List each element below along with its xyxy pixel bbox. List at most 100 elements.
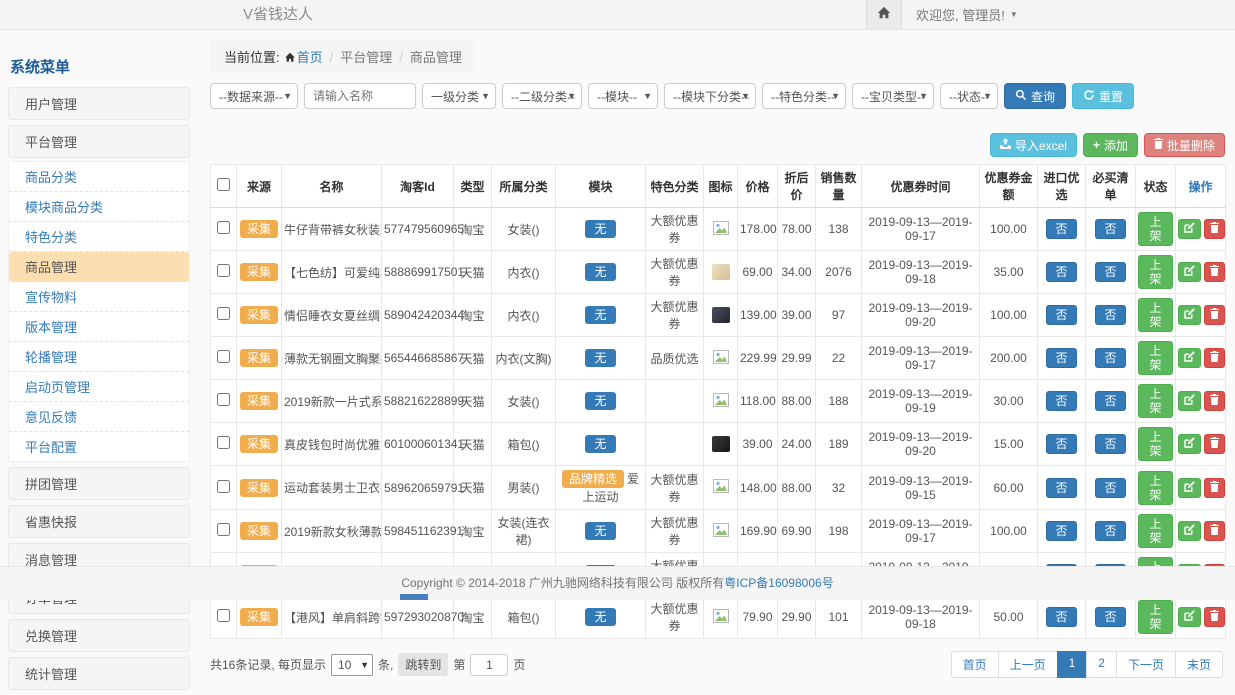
sidebar-item[interactable]: 省惠快报 [8, 505, 190, 538]
import-select-toggle[interactable]: 否 [1046, 478, 1076, 498]
import-select-toggle[interactable]: 否 [1046, 607, 1076, 627]
row-checkbox[interactable] [217, 350, 230, 363]
pager-button[interactable]: 2 [1086, 651, 1117, 678]
edit-button[interactable] [1178, 607, 1201, 627]
must-buy-toggle[interactable]: 否 [1095, 262, 1125, 282]
status-button[interactable]: 上架 [1138, 600, 1173, 634]
import-select-toggle[interactable]: 否 [1046, 348, 1076, 368]
row-checkbox[interactable] [217, 523, 230, 536]
pager-button[interactable]: 首页 [951, 651, 999, 678]
delete-button[interactable] [1204, 391, 1225, 411]
pager-button[interactable]: 上一页 [998, 651, 1058, 678]
pager-button[interactable]: 下一页 [1116, 651, 1176, 678]
filter-select[interactable]: 一级分类▼ [422, 83, 496, 109]
user-menu[interactable]: 欢迎您, 管理员! ▼ [916, 5, 1018, 24]
edit-button[interactable] [1178, 521, 1201, 541]
delete-button[interactable] [1204, 521, 1225, 541]
import-select-toggle[interactable]: 否 [1046, 305, 1076, 325]
filter-select[interactable]: --模块--▼ [588, 83, 658, 109]
search-button[interactable]: 查询 [1004, 83, 1066, 109]
filter-select[interactable]: --二级分类--▼ [502, 83, 582, 109]
add-button[interactable]: + 添加 [1083, 133, 1138, 157]
row-checkbox[interactable] [217, 264, 230, 277]
must-buy-toggle[interactable]: 否 [1095, 391, 1125, 411]
jump-button[interactable]: 跳转到 [398, 653, 448, 676]
delete-button[interactable] [1204, 607, 1225, 627]
status-button[interactable]: 上架 [1138, 298, 1173, 332]
must-buy-toggle[interactable]: 否 [1095, 521, 1125, 541]
name-search-input[interactable] [304, 83, 416, 109]
import-excel-button[interactable]: 导入excel [990, 133, 1077, 157]
jump-page-input[interactable] [470, 654, 508, 676]
import-select-toggle[interactable]: 否 [1046, 262, 1076, 282]
status-button[interactable]: 上架 [1138, 384, 1173, 418]
import-select-toggle[interactable]: 否 [1046, 391, 1076, 411]
sidebar-item[interactable]: 平台管理 [8, 125, 190, 158]
row-checkbox[interactable] [217, 480, 230, 493]
edit-button[interactable] [1178, 348, 1201, 368]
import-select-toggle[interactable]: 否 [1046, 219, 1076, 239]
must-buy-toggle[interactable]: 否 [1095, 219, 1125, 239]
sidebar-subitem[interactable]: 特色分类 [9, 222, 189, 252]
sidebar-subitem[interactable]: 轮播管理 [9, 342, 189, 372]
filter-select[interactable]: --数据来源--▼ [210, 83, 298, 109]
edit-button[interactable] [1178, 305, 1201, 325]
edit-button[interactable] [1178, 262, 1201, 282]
sidebar-item[interactable]: 用户管理 [8, 87, 190, 120]
sidebar-subitem[interactable]: 模块商品分类 [9, 192, 189, 222]
sidebar-item[interactable]: 统计管理 [8, 657, 190, 690]
select-all-checkbox[interactable] [217, 178, 230, 191]
sidebar-subitem[interactable]: 宣传物料 [9, 282, 189, 312]
row-checkbox[interactable] [217, 393, 230, 406]
sidebar-subitem[interactable]: 商品管理 [9, 252, 189, 282]
row-checkbox[interactable] [217, 307, 230, 320]
filter-select[interactable]: --模块下分类--▼ [664, 83, 756, 109]
pager-button[interactable]: 末页 [1175, 651, 1223, 678]
filter-select[interactable]: --状态--▼ [940, 83, 998, 109]
must-buy-toggle[interactable]: 否 [1095, 478, 1125, 498]
status-button[interactable]: 上架 [1138, 471, 1173, 505]
chevron-down-icon: ▼ [919, 91, 928, 101]
delete-button[interactable] [1204, 262, 1225, 282]
reset-button[interactable]: 重置 [1072, 83, 1134, 109]
sidebar-item[interactable]: 拼团管理 [8, 467, 190, 500]
status-button[interactable]: 上架 [1138, 255, 1173, 289]
delete-button[interactable] [1204, 348, 1225, 368]
filter-select-label: --模块-- [597, 88, 637, 105]
filter-select[interactable]: --特色分类--▼ [762, 83, 846, 109]
status-button[interactable]: 上架 [1138, 212, 1173, 246]
row-checkbox[interactable] [217, 221, 230, 234]
sidebar-subitem[interactable]: 意见反馈 [9, 402, 189, 432]
edit-button[interactable] [1178, 434, 1201, 454]
sidebar-subitem[interactable]: 版本管理 [9, 312, 189, 342]
edit-button[interactable] [1178, 391, 1201, 411]
status-button[interactable]: 上架 [1138, 427, 1173, 461]
must-buy-toggle[interactable]: 否 [1095, 434, 1125, 454]
edit-button[interactable] [1178, 478, 1201, 498]
batch-delete-button[interactable]: 批量删除 [1144, 133, 1225, 157]
must-buy-toggle[interactable]: 否 [1095, 607, 1125, 627]
import-select-toggle[interactable]: 否 [1046, 521, 1076, 541]
edit-button[interactable] [1178, 219, 1201, 239]
delete-button[interactable] [1204, 478, 1225, 498]
delete-button[interactable] [1204, 219, 1225, 239]
home-button[interactable] [866, 0, 902, 29]
icp-link[interactable]: 粤ICP备16098006号 [724, 576, 833, 590]
import-select-toggle[interactable]: 否 [1046, 434, 1076, 454]
sidebar-subitem[interactable]: 平台配置 [9, 432, 189, 461]
sidebar-subitem[interactable]: 商品分类 [9, 162, 189, 192]
status-button[interactable]: 上架 [1138, 341, 1173, 375]
breadcrumb-home-link[interactable]: 首页 [297, 50, 323, 65]
must-buy-toggle[interactable]: 否 [1095, 348, 1125, 368]
must-buy-toggle[interactable]: 否 [1095, 305, 1125, 325]
delete-button[interactable] [1204, 434, 1225, 454]
row-checkbox[interactable] [217, 436, 230, 449]
page-size-select[interactable]: 10 ▼ [331, 654, 373, 676]
row-checkbox[interactable] [217, 609, 230, 622]
sidebar-item[interactable]: 兑换管理 [8, 619, 190, 652]
delete-button[interactable] [1204, 305, 1225, 325]
filter-select[interactable]: --宝贝类型--▼ [852, 83, 934, 109]
status-button[interactable]: 上架 [1138, 514, 1173, 548]
sidebar-subitem[interactable]: 启动页管理 [9, 372, 189, 402]
pager-button[interactable]: 1 [1057, 651, 1088, 678]
